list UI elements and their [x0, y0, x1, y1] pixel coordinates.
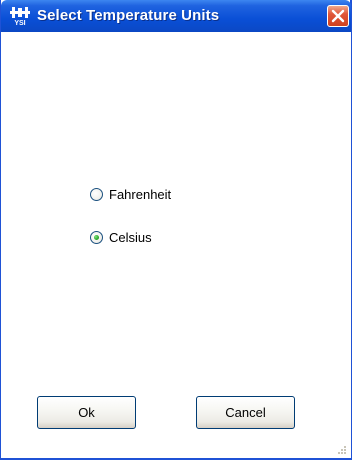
close-button[interactable]	[327, 5, 349, 27]
title-bar[interactable]: YSI Select Temperature Units	[1, 0, 351, 32]
cancel-button[interactable]: Cancel	[196, 396, 295, 429]
close-icon	[331, 9, 345, 23]
ok-button[interactable]: Ok	[37, 396, 136, 429]
window-title: Select Temperature Units	[37, 7, 220, 24]
radio-fahrenheit[interactable]: Fahrenheit	[90, 185, 171, 203]
ysi-app-icon: YSI	[10, 7, 30, 26]
resize-grip-icon[interactable]	[337, 445, 347, 455]
radio-button[interactable]	[90, 187, 103, 201]
dialog-window: YSI Select Temperature Units Fahrenheit …	[0, 0, 352, 460]
svg-text:YSI: YSI	[14, 20, 25, 26]
radio-celsius[interactable]: Celsius	[90, 228, 152, 246]
radio-label-fahrenheit: Fahrenheit	[109, 186, 172, 202]
radio-label-celsius: Celsius	[109, 229, 152, 245]
dialog-body: Fahrenheit Celsius	[2, 32, 351, 458]
radio-selected-dot	[94, 234, 99, 240]
radio-button[interactable]	[90, 230, 103, 244]
